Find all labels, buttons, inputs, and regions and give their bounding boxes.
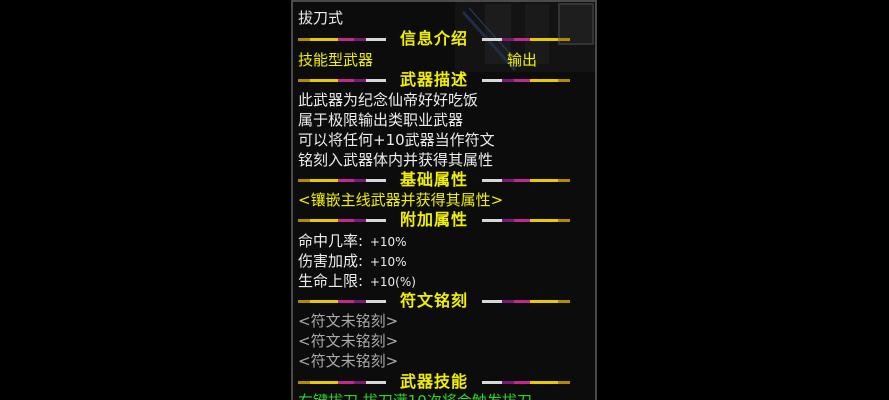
info-header: 信息介绍: [298, 29, 570, 49]
divider-right: [482, 79, 570, 82]
rune-slot: <符文未铭刻>: [298, 332, 399, 350]
divider-left: [298, 38, 386, 41]
divider-left: [298, 219, 386, 222]
attribute-label: 命中几率:: [298, 232, 364, 250]
description-line: 可以将任何+10武器当作符文: [298, 131, 495, 149]
attribute-row: 伤害加成: +10%: [298, 251, 407, 272]
extra-attributes-header: 附加属性: [298, 210, 570, 230]
description-header-title: 武器描述: [399, 70, 468, 89]
divider-left: [298, 381, 386, 384]
rune-slot: <符文未铭刻>: [298, 352, 399, 370]
base-attributes-header: 基础属性: [298, 170, 570, 190]
rune-slot: <符文未铭刻>: [298, 312, 399, 330]
rune-header: 符文铭刻: [298, 291, 570, 311]
item-tooltip: 拔刀式 信息介绍 技能型武器 输出 武器描述 此武器为纪念仙帝好好吃饭 属于极限…: [291, 0, 597, 400]
divider-left: [298, 179, 386, 182]
extra-attributes-header-title: 附加属性: [399, 210, 468, 229]
divider-right: [482, 38, 570, 41]
description-line: 铭刻入武器体内并获得其属性: [298, 151, 494, 169]
skill-text: 右键拔刀,拔刀满10次将会触发拔刀: [298, 391, 532, 400]
info-header-title: 信息介绍: [399, 29, 468, 48]
description-line: 此武器为纪念仙帝好好吃饭: [298, 91, 479, 109]
base-attributes-text: <镶嵌主线武器并获得其属性>: [298, 191, 504, 209]
attribute-label: 生命上限:: [298, 272, 364, 290]
weapon-type: 技能型武器: [298, 51, 374, 69]
attribute-value: +10%: [369, 235, 407, 249]
weapon-class: 输出: [507, 51, 538, 69]
base-attributes-header-title: 基础属性: [399, 170, 468, 189]
attribute-row: 命中几率: +10%: [298, 231, 407, 252]
item-name: 拔刀式: [298, 9, 344, 27]
skill-header: 武器技能: [298, 372, 570, 392]
attribute-label: 伤害加成:: [298, 252, 364, 270]
rune-header-title: 符文铭刻: [399, 291, 468, 310]
divider-right: [482, 300, 570, 303]
description-line: 属于极限输出类职业武器: [298, 111, 464, 129]
description-header: 武器描述: [298, 70, 570, 90]
divider-right: [482, 381, 570, 384]
skill-header-title: 武器技能: [399, 372, 468, 391]
divider-right: [482, 179, 570, 182]
divider-right: [482, 219, 570, 222]
attribute-value: +10%: [369, 255, 407, 269]
divider-left: [298, 300, 386, 303]
attribute-row: 生命上限: +10(%): [298, 271, 416, 292]
attribute-value: +10(%): [369, 275, 416, 289]
divider-left: [298, 79, 386, 82]
